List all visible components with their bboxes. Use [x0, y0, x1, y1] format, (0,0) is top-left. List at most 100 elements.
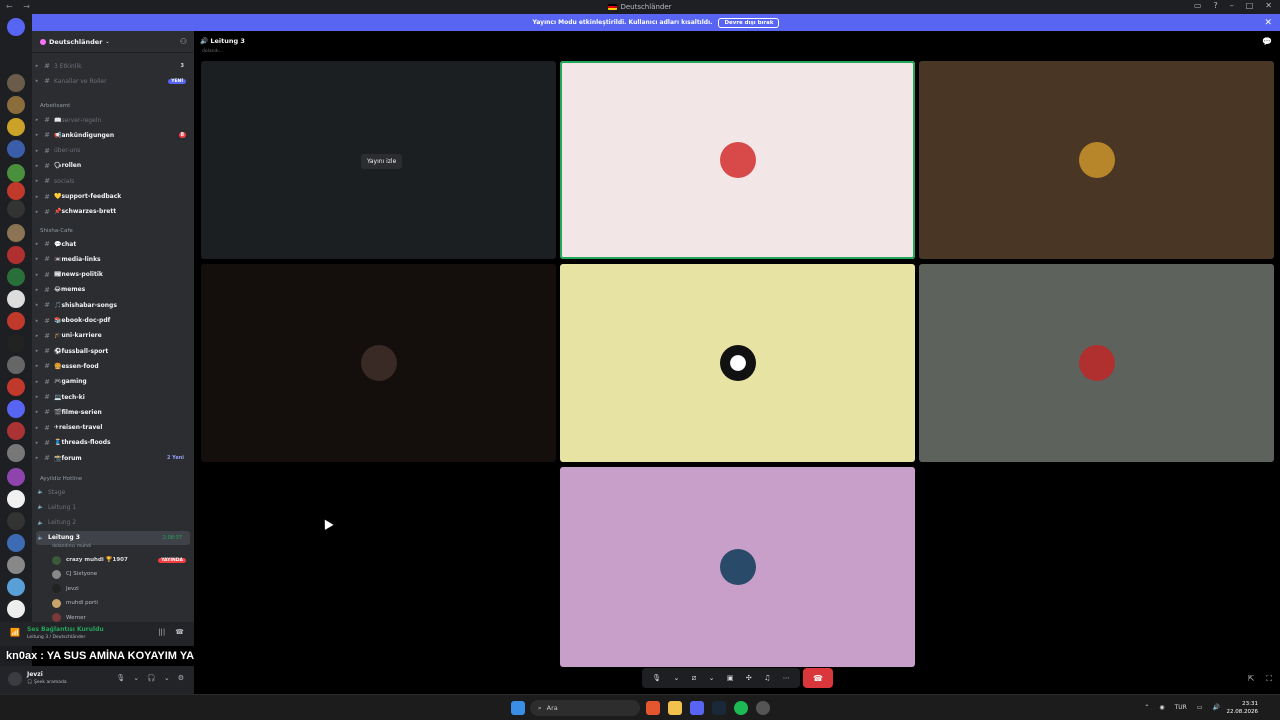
channel-item[interactable]: ▸ # 📌schwarzes-brett: [32, 205, 194, 219]
microphone-icon[interactable]: 🎙: [116, 674, 125, 682]
brave-icon[interactable]: [646, 701, 660, 715]
participant-tile[interactable]: [560, 61, 915, 259]
channel-item[interactable]: ▸ # ⚽fussball-sport: [32, 344, 194, 358]
server-icon[interactable]: [7, 600, 25, 618]
soundboard-icon[interactable]: ♫: [764, 674, 770, 682]
maximize-button[interactable]: □: [1246, 1, 1254, 10]
channel-item[interactable]: ▸ # 😂memes: [32, 283, 194, 297]
inbox-icon[interactable]: ▭: [1194, 1, 1202, 10]
voice-channel-item[interactable]: 🔈 Leitung 3 2:08:37: [36, 530, 190, 545]
category-header[interactable]: Ayyildiz Hotline: [40, 476, 82, 482]
language-indicator[interactable]: TUR: [1175, 704, 1187, 711]
folder-icon[interactable]: [668, 701, 682, 715]
disable-streamer-mode-button[interactable]: Devre dışı bırak: [718, 17, 780, 28]
channel-item[interactable]: ▸ # 💬chat: [32, 237, 194, 251]
voice-user[interactable]: muhdi porti: [52, 596, 190, 610]
voice-status-channel[interactable]: Leitung 3 / Deutschländer: [27, 635, 85, 640]
leave-call-button[interactable]: ☎: [803, 668, 833, 688]
chevron-down-icon[interactable]: ⌄: [673, 674, 679, 682]
channel-item[interactable]: ▸ # 📼media-links: [32, 252, 194, 266]
spotify-icon[interactable]: [734, 701, 748, 715]
channel-item[interactable]: ▸ # Kanallar ve Roller YENİ: [32, 74, 194, 88]
category-header[interactable]: Shisha-Cafe: [40, 228, 73, 234]
server-icon[interactable]: [7, 200, 25, 218]
avatar[interactable]: [8, 672, 22, 686]
fullscreen-icon[interactable]: ⛶: [1266, 674, 1272, 684]
server-icon[interactable]: [7, 556, 25, 574]
signal-icon[interactable]: 📶: [10, 628, 20, 638]
server-icon[interactable]: [7, 140, 25, 158]
server-icon[interactable]: [7, 444, 25, 462]
voice-user[interactable]: CJ Sixtyone: [52, 567, 190, 581]
server-icon[interactable]: [7, 246, 25, 264]
chat-icon[interactable]: 💬: [1262, 37, 1272, 46]
participant-tile[interactable]: [560, 264, 915, 462]
steam-icon[interactable]: [712, 701, 726, 715]
minimize-button[interactable]: –: [1230, 1, 1234, 10]
channel-item[interactable]: ▸ # ✈reisen-travel: [32, 421, 194, 435]
channel-item[interactable]: ▸ # 🎓uni-karriere: [32, 329, 194, 343]
add-user-icon[interactable]: ⚇: [180, 37, 187, 46]
participant-tile[interactable]: [919, 264, 1274, 462]
server-icon[interactable]: [7, 312, 25, 330]
participant-tile[interactable]: [919, 61, 1274, 259]
server-icon[interactable]: [7, 74, 25, 92]
channel-item[interactable]: ▸ # 🎬filme-serien: [32, 405, 194, 419]
noise-suppression-icon[interactable]: |||: [158, 628, 165, 636]
server-icon[interactable]: [7, 96, 25, 114]
network-icon[interactable]: ▭: [1197, 704, 1203, 711]
discord-icon[interactable]: [690, 701, 704, 715]
stream-tile[interactable]: Yayını izle: [201, 61, 556, 259]
server-icon[interactable]: [7, 400, 25, 418]
voice-user[interactable]: Jevzi: [52, 582, 190, 596]
server-icon[interactable]: [7, 334, 25, 352]
channel-item[interactable]: ▸ # 💻tech-ki: [32, 390, 194, 404]
channel-item[interactable]: ▸ # 🍔essen-food: [32, 359, 194, 373]
more-icon[interactable]: ⋯: [783, 674, 790, 682]
server-icon[interactable]: [7, 468, 25, 486]
channel-item[interactable]: ▸ # 🧵threads-floods: [32, 436, 194, 450]
camera-off-icon[interactable]: ⧄: [692, 674, 696, 683]
voice-user[interactable]: crazy muhdi 🏆1907 YAYINDA: [52, 553, 190, 567]
server-icon[interactable]: [7, 534, 25, 552]
clock[interactable]: 23:31 22.08.2026: [1227, 700, 1259, 716]
channel-item[interactable]: ▸ # 📰news-politik: [32, 268, 194, 282]
channel-item[interactable]: ▸ #3 Etkinlik 3: [32, 59, 194, 73]
home-icon[interactable]: [7, 18, 25, 36]
channel-item[interactable]: ▸ # 🎮gaming: [32, 375, 194, 389]
channel-item[interactable]: ▸ # 📖server-regeln: [32, 113, 194, 127]
watch-stream-button[interactable]: Yayını izle: [361, 154, 403, 169]
microphone-icon[interactable]: 🎙: [652, 674, 661, 682]
chevron-down-icon[interactable]: ⌄: [133, 674, 139, 682]
channel-item[interactable]: ▸ # socials: [32, 174, 194, 188]
app-icon[interactable]: [756, 701, 770, 715]
close-window-button[interactable]: ✕: [1265, 1, 1272, 10]
participant-tile[interactable]: [201, 264, 556, 462]
voice-channel-item[interactable]: 🔈 Leitung 1: [32, 500, 194, 514]
category-header[interactable]: Arbeitsamt: [40, 103, 70, 109]
channel-item[interactable]: ▸ # 📸forum 2 Yeni: [32, 451, 194, 465]
volume-icon[interactable]: 🔊: [1213, 704, 1220, 711]
voice-channel-item[interactable]: 🔈 Stage: [32, 485, 194, 499]
server-icon[interactable]: [7, 578, 25, 596]
gear-icon[interactable]: ⚙: [178, 674, 184, 682]
tray-app-icon[interactable]: ◉: [1159, 704, 1164, 711]
server-icon[interactable]: [7, 224, 25, 242]
chevron-up-icon[interactable]: ⌃: [1144, 704, 1149, 711]
channel-item[interactable]: ▸ # 📚ebook-doc-pdf: [32, 314, 194, 328]
channel-item[interactable]: ▸ # 🗣rollen: [32, 159, 194, 173]
server-icon[interactable]: [7, 290, 25, 308]
nav-arrows-icon[interactable]: ← →: [6, 2, 34, 11]
server-icon[interactable]: [7, 268, 25, 286]
voice-user[interactable]: Werner: [52, 611, 190, 622]
server-icon[interactable]: [7, 378, 25, 396]
server-icon[interactable]: [7, 422, 25, 440]
server-icon[interactable]: [7, 356, 25, 374]
popout-icon[interactable]: ⇱: [1248, 674, 1255, 684]
server-icon[interactable]: [7, 490, 25, 508]
channel-item[interactable]: ▸ # 💛support-feedback: [32, 190, 194, 204]
start-icon[interactable]: [511, 701, 525, 715]
server-header[interactable]: Deutschländer ⌄ ⚇: [32, 31, 194, 53]
screen-share-icon[interactable]: ▣: [727, 674, 734, 682]
voice-channel-item[interactable]: 🔈 Leitung 2: [32, 516, 194, 530]
